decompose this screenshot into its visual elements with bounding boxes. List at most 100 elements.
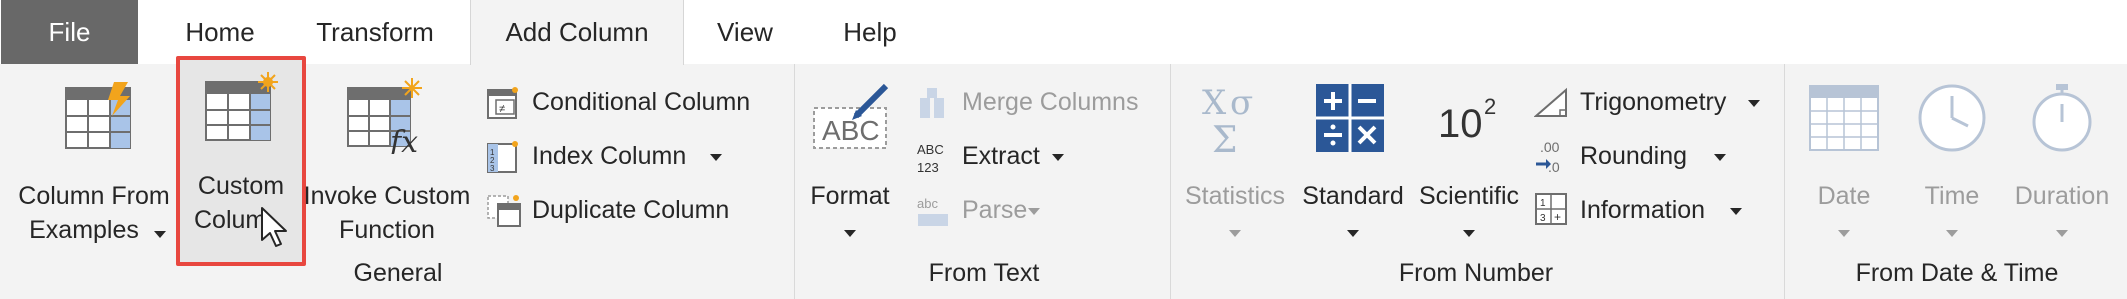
chevron-down-icon	[844, 230, 856, 237]
stopwatch-icon	[2032, 84, 2092, 152]
parse-label: Parse	[962, 196, 1028, 224]
tab-add-column[interactable]: Add Column	[470, 0, 684, 65]
calculator-icon	[1316, 84, 1384, 152]
trigonometry-label: Trigonometry	[1580, 88, 1727, 116]
chevron-down-icon	[1838, 230, 1850, 237]
group-label-general: General	[353, 259, 443, 287]
invoke-custom-function-button[interactable]: fx Invoke Custom Function	[296, 74, 478, 244]
conditional-column-button[interactable]: ≠ Conditional Column	[486, 84, 782, 124]
conditional-column-label: Conditional Column	[532, 88, 751, 116]
chevron-down-icon	[1463, 230, 1475, 237]
scientific-button[interactable]: 10 2 Scientific	[1414, 74, 1524, 254]
group-separator	[1784, 64, 1785, 299]
merge-columns-label: Merge Columns	[962, 88, 1139, 116]
svg-text:fx: fx	[388, 125, 418, 154]
column-from-examples-button[interactable]: Column From Examples	[14, 74, 174, 244]
chevron-down-icon	[2056, 230, 2068, 237]
column-from-examples-label-1: Column From	[18, 182, 170, 210]
format-button[interactable]: ABC Format	[806, 74, 896, 254]
tab-home[interactable]: Home	[150, 0, 290, 64]
index-column-label: Index Column	[532, 142, 687, 170]
group-separator	[1170, 64, 1171, 299]
svg-text:Σ: Σ	[1212, 120, 1237, 156]
column-from-examples-label-2: Examples	[29, 216, 139, 244]
time-button[interactable]: Time	[1904, 74, 2000, 254]
svg-text:1: 1	[1540, 198, 1546, 209]
custom-column-label-2: Colum	[194, 206, 267, 234]
svg-text:.0: .0	[1548, 159, 1560, 175]
chevron-down-icon	[154, 231, 166, 238]
triangle-icon	[1534, 87, 1567, 117]
svg-text:.00: .00	[1540, 139, 1560, 155]
merge-columns-button[interactable]: Merge Columns	[916, 84, 1156, 124]
conditional-column-icon: ≠	[487, 87, 518, 119]
scientific-icon-base: 10	[1438, 102, 1483, 146]
svg-text:≠: ≠	[499, 103, 505, 115]
group-label-from-date-time: From Date & Time	[1855, 259, 2059, 287]
custom-column-button[interactable]: Custom Colum	[176, 56, 306, 266]
duplicate-column-icon	[487, 195, 521, 227]
duration-button[interactable]: Duration	[2004, 74, 2120, 254]
trigonometry-button[interactable]: Trigonometry	[1534, 84, 1764, 124]
svg-text:3: 3	[1540, 213, 1546, 224]
chevron-down-icon	[1052, 154, 1064, 161]
svg-text:3: 3	[490, 164, 495, 173]
standard-label: Standard	[1302, 182, 1404, 210]
table-lightning-icon	[65, 82, 131, 149]
tab-transform[interactable]: Transform	[290, 0, 460, 64]
merge-columns-icon	[920, 88, 944, 118]
format-text-icon: ABC	[813, 83, 889, 149]
statistics-button[interactable]: X σ Σ Statistics	[1180, 74, 1290, 254]
rounding-button[interactable]: .00 .0 Rounding	[1534, 138, 1744, 178]
table-sparkle-icon	[205, 72, 278, 141]
format-label: Format	[810, 182, 890, 210]
group-separator	[794, 64, 795, 299]
information-label: Information	[1580, 196, 1706, 224]
index-column-button[interactable]: 1 2 3 Index Column	[486, 138, 736, 178]
index-column-icon: 1 2 3	[487, 141, 518, 173]
rounding-icon: .00 .0	[1536, 139, 1560, 175]
invoke-custom-function-label-2: Function	[339, 216, 435, 244]
rounding-label: Rounding	[1580, 142, 1688, 170]
chevron-down-icon	[1028, 208, 1040, 215]
extract-label: Extract	[962, 142, 1040, 170]
scientific-icon-exponent: 2	[1484, 94, 1497, 119]
parse-button[interactable]: abc Parse	[916, 192, 1056, 232]
chevron-down-icon	[1714, 154, 1726, 161]
statistics-sigma-icon: X σ Σ	[1202, 83, 1253, 156]
chevron-down-icon	[1730, 208, 1742, 215]
time-label: Time	[1924, 182, 1980, 210]
chevron-down-icon	[1946, 230, 1958, 237]
date-label: Date	[1817, 182, 1871, 210]
extract-button[interactable]: ABC 123 Extract	[916, 138, 1086, 178]
chevron-down-icon	[1347, 230, 1359, 237]
invoke-custom-function-label-1: Invoke Custom	[303, 182, 471, 210]
tab-file[interactable]: File	[1, 0, 138, 64]
mouse-cursor-icon	[261, 207, 287, 247]
table-function-icon: fx	[347, 78, 422, 154]
statistics-label: Statistics	[1184, 182, 1286, 210]
information-button[interactable]: 1 3 + Information	[1534, 192, 1764, 232]
tab-view[interactable]: View	[690, 0, 800, 64]
duplicate-column-button[interactable]: Duplicate Column	[486, 192, 756, 232]
standard-button[interactable]: Standard	[1294, 74, 1412, 254]
svg-text:123: 123	[917, 160, 939, 175]
ribbon-tab-bar: File Home Transform Add Column View Help	[0, 0, 2127, 65]
calendar-icon	[1809, 85, 1879, 151]
svg-text:ABC: ABC	[822, 115, 880, 146]
tab-help[interactable]: Help	[810, 0, 930, 64]
chevron-down-icon	[1229, 230, 1241, 237]
custom-column-label-1: Custom	[197, 172, 285, 200]
chevron-down-icon	[1748, 100, 1760, 107]
information-icon: 1 3 +	[1535, 193, 1567, 225]
duration-label: Duration	[2014, 182, 2110, 210]
chevron-down-icon	[710, 154, 722, 161]
clock-icon	[1918, 84, 1986, 152]
group-label-from-number: From Number	[1398, 259, 1554, 287]
svg-text:σ: σ	[1230, 83, 1253, 123]
svg-text:abc: abc	[917, 196, 938, 211]
duplicate-column-label: Duplicate Column	[532, 196, 730, 224]
svg-text:ABC: ABC	[917, 142, 944, 157]
extract-icon: ABC 123	[917, 142, 944, 175]
date-button[interactable]: Date	[1796, 74, 1892, 254]
